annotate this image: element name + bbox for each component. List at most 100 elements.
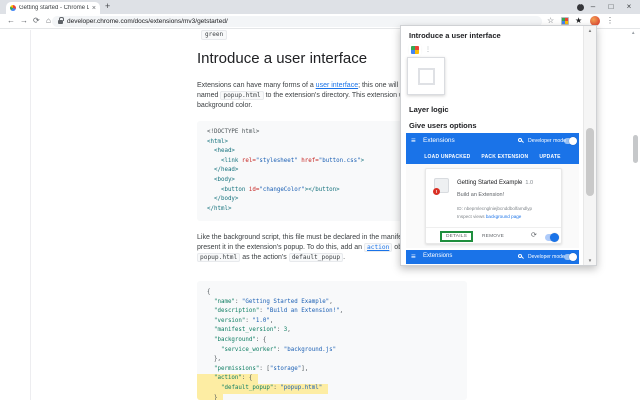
text-segment bbox=[207, 385, 221, 391]
developer-mode-label: Developer mode bbox=[528, 138, 567, 144]
code-line: "permissions": ["storage"], bbox=[207, 365, 467, 375]
panel-scrollbar[interactable]: ▲ ▼ bbox=[583, 26, 596, 265]
section-give-users-options[interactable]: Give users options bbox=[409, 121, 477, 130]
text-segment: : bbox=[276, 346, 284, 353]
load-unpacked-button: LOAD UNPACKED bbox=[424, 153, 471, 160]
error-badge-icon: ! bbox=[433, 188, 440, 195]
pack-extension-button: PACK EXTENSION bbox=[481, 153, 529, 160]
text-segment: "stylesheet" bbox=[255, 157, 298, 164]
panel-scroll-down-icon[interactable]: ▼ bbox=[584, 258, 596, 263]
bookmark-star-icon[interactable]: ☆ bbox=[547, 16, 554, 25]
text-segment: "1.0" bbox=[252, 317, 270, 324]
remove-button: REMOVE bbox=[482, 234, 504, 239]
inline-link[interactable]: action bbox=[364, 243, 393, 252]
inspect-views: Inspect views background page bbox=[457, 214, 521, 219]
text-segment: "storage" bbox=[269, 365, 302, 372]
code-line: { bbox=[207, 288, 467, 298]
text-segment: "background.js" bbox=[283, 346, 337, 353]
text-segment bbox=[207, 308, 214, 314]
text-segment bbox=[207, 375, 214, 381]
extension-icon[interactable] bbox=[561, 17, 569, 25]
lock-icon bbox=[58, 16, 64, 24]
extensions-header-2: ≡ Extensions Developer mode bbox=[406, 250, 579, 264]
section-layer-logic[interactable]: Layer logic bbox=[409, 105, 449, 114]
extensions-title-2: Extensions bbox=[423, 253, 453, 259]
text-segment: }, bbox=[207, 356, 221, 363]
panel-scrollbar-thumb[interactable] bbox=[586, 128, 594, 196]
hamburger-icon: ≡ bbox=[411, 136, 416, 145]
extension-id: ID: nbepmlecnglniejbcnddbolfamdlyp bbox=[457, 206, 533, 211]
text-segment: "description" bbox=[213, 308, 260, 315]
text-segment: <button bbox=[207, 186, 249, 193]
extensions-title: Extensions bbox=[423, 137, 455, 144]
text-segment: , bbox=[269, 317, 274, 324]
forward-icon[interactable]: → bbox=[20, 16, 28, 25]
text-segment: popup.html bbox=[220, 91, 264, 100]
text-segment: popup.html bbox=[197, 253, 241, 262]
page-scrollbar[interactable] bbox=[633, 135, 638, 163]
text-segment bbox=[207, 327, 214, 333]
text-segment: <head> bbox=[207, 148, 235, 155]
text-segment: </head> bbox=[207, 167, 239, 174]
text-segment: "action" bbox=[213, 375, 242, 382]
code-line: "background": { bbox=[207, 336, 467, 346]
text-segment: : bbox=[276, 327, 284, 334]
text-segment bbox=[207, 299, 214, 305]
text-segment: </body> bbox=[207, 196, 239, 203]
inline-code-green: green bbox=[201, 30, 228, 40]
panel-scroll-up-icon[interactable]: ▲ bbox=[584, 28, 596, 33]
tab-title: Getting started - Chrome Devel bbox=[19, 5, 89, 11]
extension-description: Build an Extension! bbox=[457, 192, 505, 198]
text-segment: ], bbox=[301, 365, 309, 372]
extension-name: Getting Started Example 1.0 bbox=[457, 180, 533, 186]
overflow-dots-icon: ⋮ bbox=[425, 47, 431, 53]
text-segment bbox=[207, 347, 221, 353]
text-segment: id= bbox=[248, 186, 260, 193]
inline-link[interactable]: user interface bbox=[316, 82, 358, 89]
extension-version: 1.0 bbox=[525, 180, 534, 186]
text-segment bbox=[207, 318, 214, 324]
maximize-button[interactable]: □ bbox=[604, 0, 618, 13]
card-divider bbox=[426, 227, 561, 228]
sidebar-divider bbox=[30, 30, 31, 400]
text-segment: "service_worker" bbox=[220, 346, 277, 353]
browser-tab[interactable]: Getting started - Chrome Devel × bbox=[6, 2, 100, 14]
popup-thumbnail bbox=[407, 57, 445, 95]
tab-close-icon[interactable]: × bbox=[92, 5, 96, 12]
reload-icon[interactable]: ⟳ bbox=[33, 16, 40, 25]
code-line: }, bbox=[207, 355, 467, 365]
text-segment: "manifest_version" bbox=[213, 327, 277, 334]
text-segment: : { bbox=[255, 336, 267, 343]
extensions-page-screenshot-2: ≡ Extensions Developer mode bbox=[406, 250, 579, 264]
text-segment: "permissions" bbox=[213, 365, 260, 372]
extensions-body: ! Getting Started Example 1.0 Build an Ex… bbox=[406, 164, 579, 248]
pinned-extension-icon[interactable]: ★ bbox=[575, 16, 582, 25]
text-segment: } bbox=[207, 394, 218, 400]
tab-favicon-icon bbox=[10, 5, 16, 11]
new-tab-button[interactable]: + bbox=[105, 1, 110, 11]
extension-color-icon bbox=[411, 46, 419, 54]
menu-icon[interactable]: ⋮ bbox=[606, 16, 614, 25]
scroll-up-icon[interactable]: ▲ bbox=[631, 30, 635, 35]
text-segment: default_popup bbox=[288, 253, 344, 262]
tab-search-icon[interactable]: ˇ bbox=[577, 4, 584, 11]
text-segment: "Build an Extension!" bbox=[266, 308, 340, 315]
code-line: "version": "1.0", bbox=[207, 317, 467, 327]
text-segment: "default_popup" bbox=[220, 384, 274, 391]
text-segment: "changeColor" bbox=[259, 186, 305, 193]
back-icon[interactable]: ← bbox=[7, 16, 15, 25]
extension-placeholder-icon: ! bbox=[433, 178, 449, 195]
text-segment bbox=[207, 337, 214, 343]
home-icon[interactable]: ⌂ bbox=[46, 16, 51, 25]
text-segment bbox=[207, 366, 214, 372]
text-segment: "background" bbox=[213, 336, 256, 343]
text-segment: "version" bbox=[213, 317, 246, 324]
minimize-button[interactable]: – bbox=[586, 0, 600, 13]
code-line-highlighted: "default_popup": "popup.html" bbox=[197, 383, 329, 394]
text-segment: , bbox=[287, 327, 291, 334]
code-line-highlighted: "action": { bbox=[197, 374, 259, 384]
extension-enabled-toggle bbox=[545, 233, 559, 242]
text-segment: : [ bbox=[259, 365, 270, 372]
refresh-icon: ⟳ bbox=[531, 232, 537, 239]
close-button[interactable]: × bbox=[622, 0, 636, 13]
